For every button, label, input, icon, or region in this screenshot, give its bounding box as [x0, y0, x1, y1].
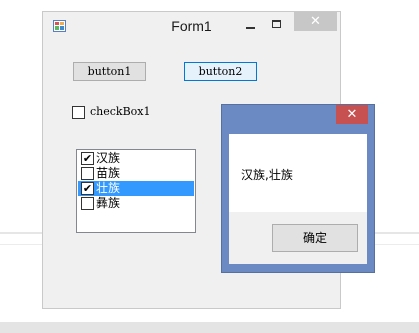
checkbox-icon[interactable]: ✔ [81, 152, 94, 165]
list-item[interactable]: ✔ 汉族 [78, 151, 194, 166]
close-icon[interactable]: ✕ [294, 12, 337, 31]
message-content: 汉族,壮族 [229, 134, 367, 212]
checkbox1-label[interactable]: checkBox1 [90, 105, 151, 118]
close-icon[interactable]: ✕ [336, 105, 368, 124]
checkbox-icon[interactable] [81, 197, 94, 210]
checkbox1-box[interactable] [72, 106, 85, 119]
list-item-selected[interactable]: ✔ 壮族 [78, 181, 194, 196]
title-bar[interactable]: Form1 ✕ [43, 12, 340, 40]
list-item-label: 壮族 [96, 181, 121, 195]
message-footer: 确定 [229, 212, 367, 264]
list-item-label: 彝族 [96, 196, 121, 210]
background-footer-bar [0, 322, 419, 333]
checkbox-icon[interactable]: ✔ [81, 182, 94, 195]
ok-button[interactable]: 确定 [272, 224, 358, 252]
list-item[interactable]: 彝族 [78, 196, 194, 211]
checkbox-icon[interactable] [81, 167, 94, 180]
message-text: 汉族,壮族 [241, 168, 293, 182]
minimize-icon[interactable] [244, 16, 258, 34]
list-item-label: 苗族 [96, 166, 121, 180]
button2[interactable]: button2 [184, 62, 257, 81]
message-box: ✕ 汉族,壮族 确定 [221, 104, 375, 273]
list-item[interactable]: 苗族 [78, 166, 194, 181]
list-item-label: 汉族 [96, 151, 121, 165]
maximize-icon[interactable] [270, 16, 284, 34]
button1[interactable]: button1 [73, 62, 146, 81]
checked-listbox[interactable]: ✔ 汉族 苗族 ✔ 壮族 彝族 [76, 149, 196, 233]
